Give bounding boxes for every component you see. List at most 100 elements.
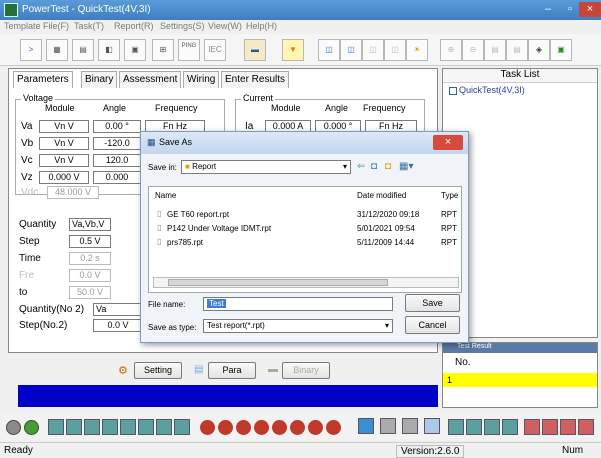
- menu-view[interactable]: View(W): [208, 21, 242, 31]
- binary-b-indicator: [66, 419, 82, 435]
- view-menu-icon[interactable]: ▦▾: [399, 161, 413, 172]
- file-name-label: File name:: [148, 300, 186, 309]
- quantity-field[interactable]: Va,Vb,V: [69, 218, 111, 231]
- vb-module-field[interactable]: Vn V: [39, 137, 89, 150]
- new-folder-icon[interactable]: ◘: [385, 161, 391, 172]
- output-ic2-led: [290, 420, 305, 435]
- menu-settings[interactable]: Settings(S): [160, 21, 205, 31]
- binary-button[interactable]: Binary: [282, 362, 330, 379]
- grid-icon[interactable]: ⊞: [152, 39, 174, 61]
- step-field[interactable]: 0.5 V: [69, 235, 111, 248]
- tab-enter-results[interactable]: Enter Results: [221, 71, 290, 88]
- task-item[interactable]: QuickTest(4V,3I): [459, 85, 525, 95]
- vc-angle-field[interactable]: 120.0: [93, 154, 141, 167]
- save-icon[interactable]: ▤: [72, 39, 94, 61]
- para-button[interactable]: Para: [208, 362, 256, 379]
- iec-button[interactable]: IEC: [204, 39, 226, 61]
- p1-indicator: [402, 418, 418, 434]
- menu-report[interactable]: Report(R): [114, 21, 154, 31]
- folder-icon: ■: [185, 162, 190, 171]
- tag-icon[interactable]: ◈: [528, 39, 550, 61]
- vdc-field[interactable]: 48.000 V: [47, 186, 99, 199]
- time-field[interactable]: 0.2 s: [69, 252, 111, 265]
- zoom-in-icon[interactable]: ⊕: [440, 39, 462, 61]
- horizontal-scrollbar[interactable]: [153, 277, 459, 288]
- export-icon[interactable]: ▣: [550, 39, 572, 61]
- file-row[interactable]: ▯ P142 Under Voltage IDMT.rpt 5/01/2021 …: [149, 223, 461, 235]
- va-module-field[interactable]: Vn V: [39, 120, 89, 133]
- t1-indicator: [358, 418, 374, 434]
- dialog-close-button[interactable]: ×: [433, 135, 463, 150]
- save-as-dialog: ▦ Save As × Save in: ■ Report ▾ ⇐ ◘ ◘ ▦▾…: [140, 131, 469, 343]
- run-icon[interactable]: >: [20, 39, 42, 61]
- fre-field[interactable]: 0.0 V: [69, 269, 111, 282]
- up-folder-icon[interactable]: ◘: [371, 161, 377, 172]
- out-7-indicator: [560, 419, 576, 435]
- tile3-icon[interactable]: ◫: [362, 39, 384, 61]
- tab-assessment[interactable]: Assessment: [119, 71, 182, 88]
- test-result-row[interactable]: 1: [443, 373, 597, 387]
- scrollbar-thumb[interactable]: [168, 279, 388, 286]
- report-icon[interactable]: ▬: [244, 39, 266, 61]
- step-label: Step: [19, 236, 40, 247]
- binary-h-indicator: [174, 419, 190, 435]
- tab-parameters[interactable]: Parameters: [13, 71, 73, 88]
- bulb-icon[interactable]: ☀: [406, 39, 428, 61]
- file-row[interactable]: ▯ GE T60 report.rpt 31/12/2020 09:18 RPT: [149, 209, 461, 221]
- copy-icon[interactable]: ◧: [98, 39, 120, 61]
- current-col-frequency: Frequency: [363, 103, 406, 113]
- menu-template-file[interactable]: Template File(F): [4, 21, 69, 31]
- task-checkbox[interactable]: [449, 87, 457, 95]
- vz-module-field[interactable]: 0.000 V: [39, 171, 89, 184]
- app-icon: [4, 3, 18, 17]
- step2-field[interactable]: 0.0 V: [93, 319, 143, 332]
- dc-indicator: [380, 418, 396, 434]
- vc-module-field[interactable]: Vn V: [39, 154, 89, 167]
- voltage-group-label: Voltage: [21, 93, 56, 103]
- test-result-col-no: No.: [455, 357, 471, 368]
- file-name-input[interactable]: Test: [203, 297, 393, 311]
- save-button[interactable]: Save: [405, 294, 460, 312]
- run-led: [6, 420, 21, 435]
- va-angle-field[interactable]: 0.00 °: [93, 120, 141, 133]
- vb-angle-field[interactable]: -120.0: [93, 137, 141, 150]
- p4-indicator: [424, 418, 440, 434]
- maximize-button[interactable]: ▫: [559, 2, 581, 17]
- voltage-col-angle: Angle: [103, 103, 127, 113]
- file-icon: ▯: [157, 237, 162, 246]
- chevron-down-icon: ▾: [342, 162, 347, 171]
- tile2-icon[interactable]: ◫: [340, 39, 362, 61]
- print-icon[interactable]: ▣: [124, 39, 146, 61]
- menu-task[interactable]: Task(T): [74, 21, 104, 31]
- menu-help[interactable]: Help(H): [246, 21, 277, 31]
- tile1-icon[interactable]: ◫: [318, 39, 340, 61]
- minimize-button[interactable]: –: [537, 2, 559, 17]
- current-col-angle: Angle: [325, 103, 349, 113]
- view1-icon[interactable]: ▤: [484, 39, 506, 61]
- zoom-out-icon[interactable]: ⊖: [462, 39, 484, 61]
- quantity2-field[interactable]: Va: [93, 303, 143, 316]
- cancel-button[interactable]: Cancel: [405, 316, 460, 334]
- out-2-indicator: [466, 419, 482, 435]
- window-title: PowerTest - QuickTest(4V,3I): [22, 4, 151, 15]
- chevron-down-icon: ▾: [384, 321, 389, 330]
- setting-button[interactable]: Setting: [134, 362, 182, 379]
- out-1-indicator: [448, 419, 464, 435]
- ping-button[interactable]: PING: [178, 39, 200, 61]
- out-8-indicator: [578, 419, 594, 435]
- tab-binary[interactable]: Binary: [81, 71, 118, 88]
- back-icon[interactable]: ⇐: [357, 161, 365, 172]
- vz-angle-field[interactable]: 0.000: [93, 171, 141, 184]
- to-field[interactable]: 50.0 V: [69, 286, 111, 299]
- download-icon[interactable]: ▼: [282, 39, 304, 61]
- tab-wiring[interactable]: Wiring: [183, 71, 220, 88]
- view2-icon[interactable]: ▤: [506, 39, 528, 61]
- close-button[interactable]: ×: [579, 2, 601, 17]
- tile4-icon[interactable]: ◫: [384, 39, 406, 61]
- open-icon[interactable]: ▦: [46, 39, 68, 61]
- output-ib2-led: [272, 420, 287, 435]
- save-in-dropdown[interactable]: ■ Report ▾: [181, 160, 351, 174]
- save-type-dropdown[interactable]: Test report(*.rpt) ▾: [203, 319, 393, 333]
- file-row[interactable]: ▯ prs785.rpt 5/11/2009 14:44 RPT: [149, 237, 461, 249]
- quantity-label: Quantity: [19, 219, 57, 230]
